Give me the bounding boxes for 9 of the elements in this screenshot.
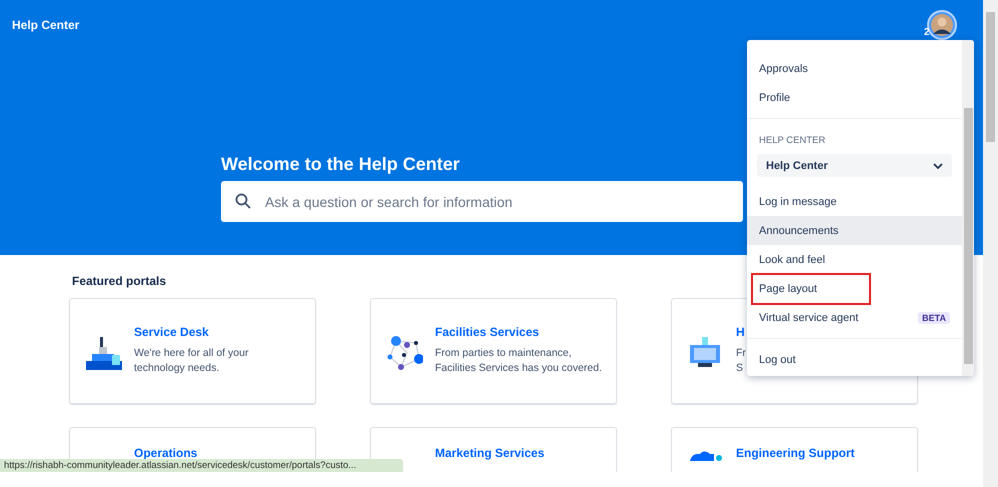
portal-description: We're here for all of your technology needs. [134,346,248,376]
section-heading: Featured portals [72,274,168,288]
status-url: https://rishabh-communityleader.atlassian.net/servicedesk/customer/portals?custo... [0,459,403,472]
portal-description: From parties to maintenance, Facilities Services has you covered. [435,346,602,376]
menu-section-heading: HELP CENTER [758,134,826,148]
portal-description: Fr S [736,346,746,376]
beta-badge: BETA [918,312,950,324]
welcome-title: Welcome to the Help Center [221,154,460,175]
notification-count: 2 [924,27,930,38]
